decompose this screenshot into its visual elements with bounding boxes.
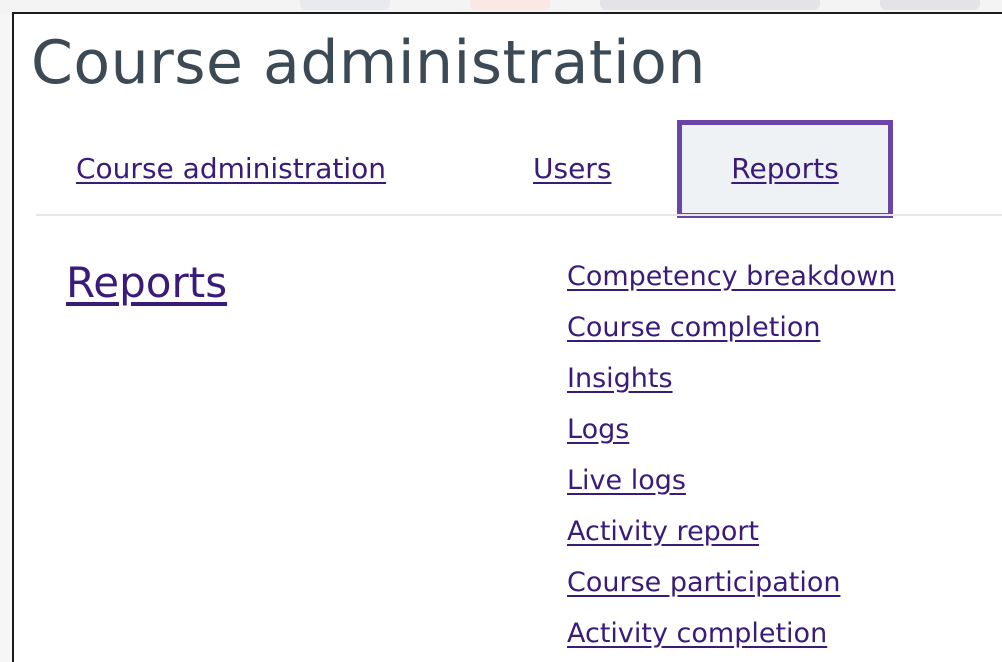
tabs-divider [36, 214, 1002, 216]
background-edge [0, 14, 12, 662]
report-link-logs[interactable]: Logs [567, 414, 629, 445]
course-admin-panel: Course administration Course administrat… [12, 12, 1002, 662]
list-item: Course completion [567, 310, 895, 361]
list-item: Course participation [567, 565, 895, 616]
tab-course-administration[interactable]: Course administration [76, 152, 386, 185]
background-shape [300, 0, 390, 10]
background-shape [880, 0, 980, 10]
list-item: Activity completion [567, 616, 895, 662]
background-shape [600, 0, 820, 10]
list-item: Activity report [567, 514, 895, 565]
list-item: Competency breakdown [567, 259, 895, 310]
report-link-activity-completion[interactable]: Activity completion [567, 618, 827, 649]
report-link-insights[interactable]: Insights [567, 363, 673, 394]
list-item: Insights [567, 361, 895, 412]
report-link-live-logs[interactable]: Live logs [567, 465, 686, 496]
report-link-course-participation[interactable]: Course participation [567, 567, 840, 598]
list-item: Logs [567, 412, 895, 463]
tab-reports-active-highlight[interactable]: Reports [677, 120, 893, 218]
reports-link-list: Competency breakdown Course completion I… [567, 259, 895, 662]
report-link-competency-breakdown[interactable]: Competency breakdown [567, 261, 895, 292]
background-shape [470, 0, 550, 10]
report-link-course-completion[interactable]: Course completion [567, 312, 820, 343]
tab-users[interactable]: Users [533, 152, 611, 185]
screenshot-canvas: Course administration Course administrat… [0, 0, 1002, 662]
report-link-activity-report[interactable]: Activity report [567, 516, 759, 547]
secondary-navigation-tabs: Course administration Users Reports [36, 14, 1002, 218]
reports-section-heading[interactable]: Reports [66, 258, 227, 307]
list-item: Live logs [567, 463, 895, 514]
tab-reports[interactable]: Reports [682, 125, 888, 185]
